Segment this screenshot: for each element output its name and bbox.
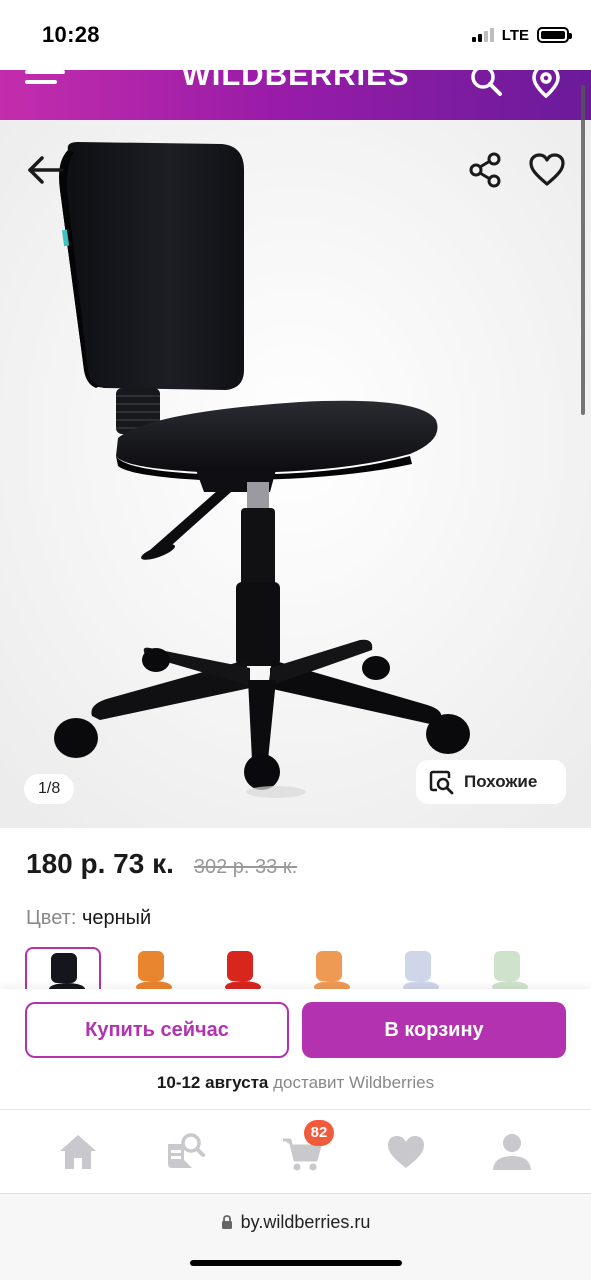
chair-thumbnail [403,951,439,989]
status-indicators: LTE [471,25,572,45]
color-swatch-red[interactable] [203,947,279,989]
bottom-tab-bar: 82 [0,1109,591,1193]
color-swatch-orange[interactable] [114,947,190,989]
product-gallery[interactable]: 1/8 Похожие [0,120,591,828]
search-icon[interactable] [468,70,504,98]
gallery-counter: 1/8 [24,774,75,804]
user-icon[interactable] [490,1130,534,1174]
add-to-cart-button[interactable]: В корзину [302,1002,566,1058]
image-search-icon [429,770,454,795]
heart-icon[interactable] [384,1130,428,1174]
map-pin-icon[interactable] [528,70,564,98]
lock-icon [221,1215,232,1229]
color-swatches [25,947,591,989]
color-label: Цвет: [26,907,77,929]
current-price: 180 р. 73 к. [26,848,174,879]
catalog-search-icon[interactable] [162,1130,206,1174]
network-type: LTE [501,26,529,44]
share-icon[interactable] [466,150,504,190]
delivery-info: 10-12 августа доставит Wildberries [0,1073,591,1093]
price-block: 180 р. 73 к. 302 р. 33 к. [26,848,297,880]
color-swatch-light-orange[interactable] [292,947,368,989]
heart-outline-icon[interactable] [527,150,567,190]
product-photo [0,120,591,828]
chair-thumbnail [492,951,528,989]
purchase-panel: Купить сейчас В корзину 10-12 августа до… [0,989,591,1109]
similar-button[interactable]: Похожие [416,760,566,804]
chair-thumbnail [314,951,350,989]
color-swatch-black[interactable] [25,947,101,989]
delivery-date: 10-12 августа [156,1073,269,1092]
arrow-left-icon[interactable] [24,150,64,190]
status-bar: 10:28 LTE [0,0,591,70]
battery-icon [537,27,572,43]
chair-thumbnail [49,953,85,989]
signal-icon [471,28,494,42]
color-swatch-light-blue[interactable] [381,947,457,989]
app-header: WILDBERRIES [0,70,591,120]
chair-thumbnail [136,951,172,989]
home-icon[interactable] [56,1130,100,1174]
cart-badge: 82 [304,1120,334,1146]
url-text: by.wildberries.ru [240,1212,371,1232]
old-price: 302 р. 33 к. [193,856,298,878]
color-info: Цвет: черный [26,907,151,930]
page-scrollbar[interactable] [581,85,585,415]
chair-thumbnail [225,951,261,989]
similar-label: Похожие [464,772,538,791]
url-display[interactable]: by.wildberries.ru [0,1212,591,1233]
buy-now-button[interactable]: Купить сейчас [25,1002,289,1058]
status-time: 10:28 [42,22,100,47]
browser-url-bar[interactable]: by.wildberries.ru [0,1193,591,1280]
color-value: черный [81,907,152,929]
color-swatch-mint[interactable] [470,947,546,989]
delivery-text: доставит Wildberries [268,1073,435,1092]
home-indicator[interactable] [190,1260,402,1266]
